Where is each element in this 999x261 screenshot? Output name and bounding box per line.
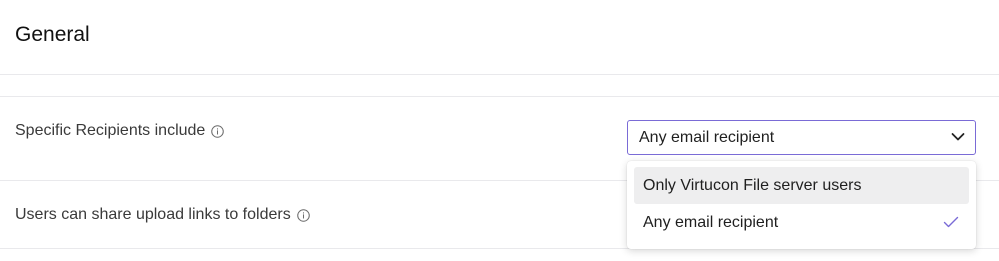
check-icon: [943, 216, 959, 228]
divider: [0, 74, 999, 75]
dropdown-option-any-email[interactable]: Any email recipient: [634, 204, 969, 241]
upload-links-setting-row: Users can share upload links to folders: [15, 205, 310, 225]
upload-links-setting-label: Users can share upload links to folders: [15, 206, 291, 223]
divider: [0, 96, 999, 97]
recipients-setting-row: Specific Recipients include: [15, 121, 225, 141]
recipients-select-value: Any email recipient: [639, 128, 775, 146]
chevron-down-icon: [951, 133, 965, 141]
recipients-select[interactable]: Any email recipient: [627, 120, 976, 155]
dropdown-option-label: Only Virtucon File server users: [643, 176, 862, 194]
dropdown-option-label: Any email recipient: [643, 213, 779, 231]
info-icon[interactable]: [296, 208, 310, 222]
dropdown-option-virtucon-users[interactable]: Only Virtucon File server users: [634, 167, 969, 204]
section-title: General: [15, 23, 90, 46]
recipients-setting-label: Specific Recipients include: [15, 122, 206, 139]
info-icon[interactable]: [211, 124, 225, 138]
recipients-dropdown-menu: Only Virtucon File server users Any emai…: [627, 161, 976, 249]
